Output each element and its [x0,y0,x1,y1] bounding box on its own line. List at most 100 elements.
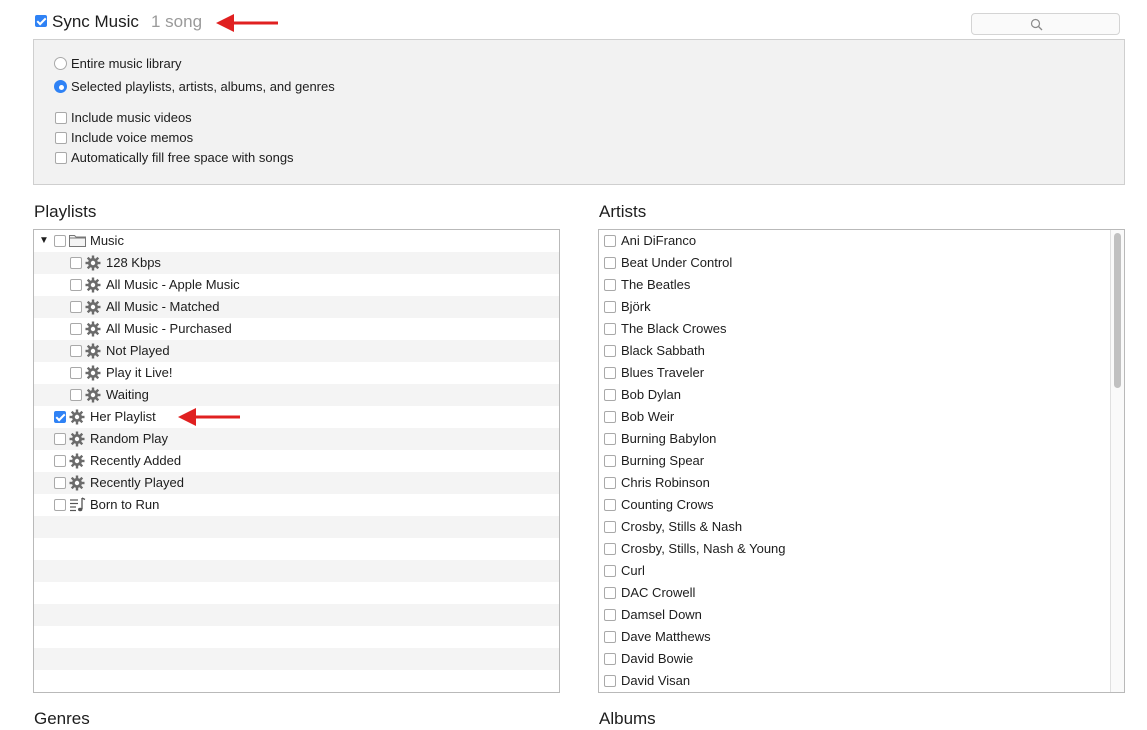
auto-fill-checkbox[interactable] [55,152,67,164]
playlist-label: Recently Played [90,475,184,490]
empty-row [34,582,559,604]
artist-checkbox[interactable] [604,543,616,555]
playlist-row[interactable]: All Music - Purchased [34,318,559,340]
artist-row[interactable]: Chris Robinson [599,472,1110,494]
playlist-label: All Music - Purchased [106,321,232,336]
artist-row[interactable]: David Bowie [599,648,1110,670]
artist-row[interactable]: Black Sabbath [599,340,1110,362]
artist-checkbox[interactable] [604,587,616,599]
artist-checkbox[interactable] [604,301,616,313]
artist-row[interactable]: Bob Dylan [599,384,1110,406]
playlist-checkbox[interactable] [70,345,82,357]
genres-title: Genres [34,709,90,728]
gear-icon [69,431,85,447]
artists-scrollbar[interactable] [1110,230,1124,692]
sync-music-label: Sync Music [52,12,139,31]
playlist-row[interactable]: Recently Played [34,472,559,494]
artist-checkbox[interactable] [604,521,616,533]
artist-label: Ani DiFranco [621,233,697,248]
artist-row[interactable]: The Black Crowes [599,318,1110,340]
artist-checkbox[interactable] [604,499,616,511]
artist-checkbox[interactable] [604,609,616,621]
playlist-row[interactable]: 128 Kbps [34,252,559,274]
playlist-checkbox[interactable] [54,411,66,423]
playlist-row[interactable]: Waiting [34,384,559,406]
gear-icon [85,321,101,337]
artist-row[interactable]: Beat Under Control [599,252,1110,274]
artist-checkbox[interactable] [604,345,616,357]
artist-row[interactable]: Crosby, Stills, Nash & Young [599,538,1110,560]
artist-label: The Black Crowes [621,321,727,336]
playlist-checkbox[interactable] [54,235,66,247]
artist-row[interactable]: David Visan [599,670,1110,692]
playlist-checkbox[interactable] [54,477,66,489]
artist-row[interactable]: Dave Matthews [599,626,1110,648]
include-music-videos-checkbox[interactable] [55,112,67,124]
artist-label: Curl [621,563,645,578]
artist-checkbox[interactable] [604,323,616,335]
artist-checkbox[interactable] [604,675,616,687]
playlist-row[interactable]: All Music - Matched [34,296,559,318]
artist-checkbox[interactable] [604,433,616,445]
playlist-row[interactable]: Her Playlist [34,406,559,428]
artist-checkbox[interactable] [604,389,616,401]
artist-checkbox[interactable] [604,235,616,247]
playlist-checkbox[interactable] [70,389,82,401]
include-voice-memos-checkbox[interactable] [55,132,67,144]
artist-checkbox[interactable] [604,653,616,665]
artist-checkbox[interactable] [604,565,616,577]
playlists-list[interactable]: ▼ Music 128 Kbps All Music - Apple Music All… [33,229,560,693]
artist-row[interactable]: Björk [599,296,1110,318]
playlist-checkbox[interactable] [54,455,66,467]
artist-row[interactable]: Damsel Down [599,604,1110,626]
artist-row[interactable]: Ani DiFranco [599,230,1110,252]
gear-icon [85,255,101,271]
artist-row[interactable]: The Beatles [599,274,1110,296]
playlist-checkbox[interactable] [54,433,66,445]
artist-checkbox[interactable] [604,455,616,467]
playlist-checkbox[interactable] [70,279,82,291]
artist-row[interactable]: DAC Crowell [599,582,1110,604]
artist-row[interactable]: Burning Spear [599,450,1110,472]
playlist-checkbox[interactable] [70,301,82,313]
gear-icon [85,387,101,403]
playlist-row[interactable]: Recently Added [34,450,559,472]
empty-row [34,560,559,582]
artist-checkbox[interactable] [604,367,616,379]
playlist-row[interactable]: ▼ Music [34,230,559,252]
search-field[interactable] [971,13,1120,35]
radio-entire-library[interactable] [54,57,67,70]
playlist-row[interactable]: Random Play [34,428,559,450]
radio-selected-items[interactable] [54,80,67,93]
playlist-checkbox[interactable] [54,499,66,511]
playlist-row[interactable]: Play it Live! [34,362,559,384]
artist-checkbox[interactable] [604,631,616,643]
artists-list[interactable]: Ani DiFranco Beat Under Control The Beatle… [598,229,1125,693]
artist-label: The Beatles [621,277,691,292]
artist-row[interactable]: Burning Babylon [599,428,1110,450]
artist-checkbox[interactable] [604,477,616,489]
artist-checkbox[interactable] [604,411,616,423]
artist-row[interactable]: Counting Crows [599,494,1110,516]
artist-row[interactable]: Curl [599,560,1110,582]
playlist-label: All Music - Matched [106,299,220,314]
artist-label: Blues Traveler [621,365,705,380]
playlist-row[interactable]: Not Played [34,340,559,362]
playlist-label: Music [90,233,124,248]
artist-checkbox[interactable] [604,257,616,269]
disclosure-triangle-icon[interactable]: ▼ [39,233,49,249]
include-music-videos-label: Include music videos [71,110,192,125]
playlist-row[interactable]: All Music - Apple Music [34,274,559,296]
playlist-checkbox[interactable] [70,367,82,379]
playlist-checkbox[interactable] [70,257,82,269]
scrollbar-thumb[interactable] [1114,233,1121,388]
playlist-row[interactable]: Born to Run [34,494,559,516]
artist-row[interactable]: Crosby, Stills & Nash [599,516,1110,538]
artist-row[interactable]: Bob Weir [599,406,1110,428]
annotation-arrow-icon [216,14,278,32]
playlist-icon [69,497,86,513]
artist-row[interactable]: Blues Traveler [599,362,1110,384]
sync-music-checkbox[interactable] [35,15,47,27]
playlist-checkbox[interactable] [70,323,82,335]
artist-checkbox[interactable] [604,279,616,291]
